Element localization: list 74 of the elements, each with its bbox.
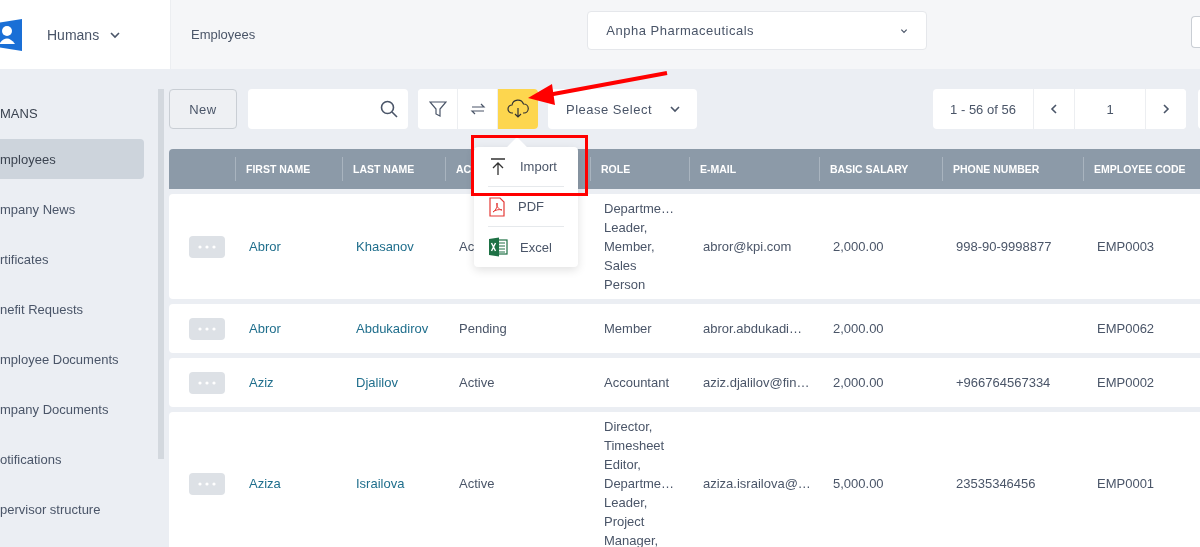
menu-item[interactable]: PDF <box>488 194 564 219</box>
role-text: Member <box>603 320 653 338</box>
first-name-link[interactable]: Abror <box>249 319 281 338</box>
last-name-link[interactable]: Djalilov <box>356 373 398 392</box>
phone-text: +966764567334 <box>956 374 1051 392</box>
sidebar-item[interactable]: mpany Documents <box>0 389 144 429</box>
table-row[interactable]: Aziz Djalilov Active Accountant aziz.djalilov@fin… 2,000.00 +966764567334 EMP0002 <box>169 358 1200 407</box>
last-name-link[interactable]: Khasanov <box>356 237 414 256</box>
page-title: Employees <box>191 27 256 42</box>
email-text: aziz.djalilov@fin… <box>703 374 810 392</box>
dots-icon <box>197 481 217 486</box>
phone-text: 998-90-9998877 <box>956 238 1052 256</box>
dots-icon <box>197 380 217 385</box>
status-text: Active <box>459 475 495 493</box>
employee-code-text: EMP0062 <box>1097 320 1155 338</box>
app-logo-icon[interactable] <box>0 17 24 52</box>
spreadsheet-icon <box>488 237 508 257</box>
sidebar-item[interactable]: mployees <box>0 139 144 179</box>
sidebar-item[interactable]: nefit Requests <box>0 289 144 329</box>
scrollbar[interactable] <box>158 89 164 459</box>
employee-code-text: EMP0002 <box>1097 374 1155 392</box>
search-field[interactable] <box>248 89 408 129</box>
status-text: Pending <box>459 320 507 338</box>
salary-text: 2,000.00 <box>833 238 884 256</box>
cloud-download-icon <box>507 99 529 119</box>
sidebar-item[interactable]: rtificates <box>0 239 144 279</box>
employee-code-text: EMP0003 <box>1097 238 1155 256</box>
search-icon <box>380 100 398 118</box>
upload-icon <box>488 156 508 177</box>
chevron-down-icon <box>669 103 681 115</box>
email-text: abror.abdukadi… <box>703 320 802 338</box>
first-name-link[interactable]: Aziz <box>249 373 274 392</box>
view-select[interactable]: Please Select <box>548 89 697 129</box>
dots-icon <box>197 244 217 249</box>
email-text: aziza.israilova@… <box>703 475 811 493</box>
export-button[interactable] <box>498 89 538 129</box>
module-name[interactable]: Humans <box>47 26 100 43</box>
table-row[interactable]: Aziza Israilova Active Director, Timesheet Editor, Departme… Leader, Project Manager, aziza.israilova@… 5,000.00 23535346456 EMP0001 <box>169 412 1200 547</box>
first-name-link[interactable]: Abror <box>249 237 281 256</box>
chevron-right-icon <box>1160 103 1172 115</box>
salary-text: 5,000.00 <box>833 475 884 493</box>
role-text: Departme… Leader, Member, Sales Person <box>603 200 676 294</box>
status-text: Ac <box>459 238 475 256</box>
chevron-left-icon <box>1048 103 1060 115</box>
dots-icon <box>197 326 217 331</box>
table-row[interactable]: Abror Abdukadirov Pending Member abror.abdukadi… 2,000.00 EMP0062 <box>169 304 1200 353</box>
filter-icon <box>428 100 447 118</box>
menu-item[interactable]: Excel <box>488 235 564 259</box>
status-text: Active <box>459 374 495 392</box>
new-button[interactable]: New <box>169 89 237 129</box>
sidebar-item[interactable]: otifications <box>0 439 144 479</box>
sidebar-item[interactable]: mployee Documents <box>0 339 144 379</box>
menu-item[interactable]: Import <box>488 154 564 179</box>
row-actions-button[interactable] <box>189 472 225 495</box>
row-actions-button[interactable] <box>189 371 225 394</box>
sidebar-item[interactable]: pervisor structure <box>0 489 144 529</box>
sidebar-section-title: MANS <box>0 105 39 123</box>
employee-code-text: EMP0001 <box>1097 475 1155 493</box>
email-text: abror@kpi.com <box>703 238 792 256</box>
role-text: Director, Timesheet Editor, Departme… Leader, Project Manager, <box>603 418 676 547</box>
role-text: Accountant <box>603 374 671 392</box>
filter-button[interactable] <box>418 89 458 129</box>
last-name-link[interactable]: Abdukadirov <box>356 319 429 338</box>
row-actions-button[interactable] <box>189 317 225 340</box>
first-name-link[interactable]: Aziza <box>249 474 281 493</box>
company-select[interactable]: Anpha Pharmaceuticals <box>587 11 928 50</box>
sidebar-item[interactable]: mpany News <box>0 189 144 229</box>
salary-text: 2,000.00 <box>833 320 884 338</box>
chevron-down-icon <box>900 26 909 35</box>
row-actions-button[interactable] <box>189 235 225 258</box>
phone-text: 23535346456 <box>956 475 1036 493</box>
last-name-link[interactable]: Israilova <box>356 474 405 493</box>
pdf-file-icon <box>488 196 506 217</box>
salary-text: 2,000.00 <box>833 374 884 392</box>
